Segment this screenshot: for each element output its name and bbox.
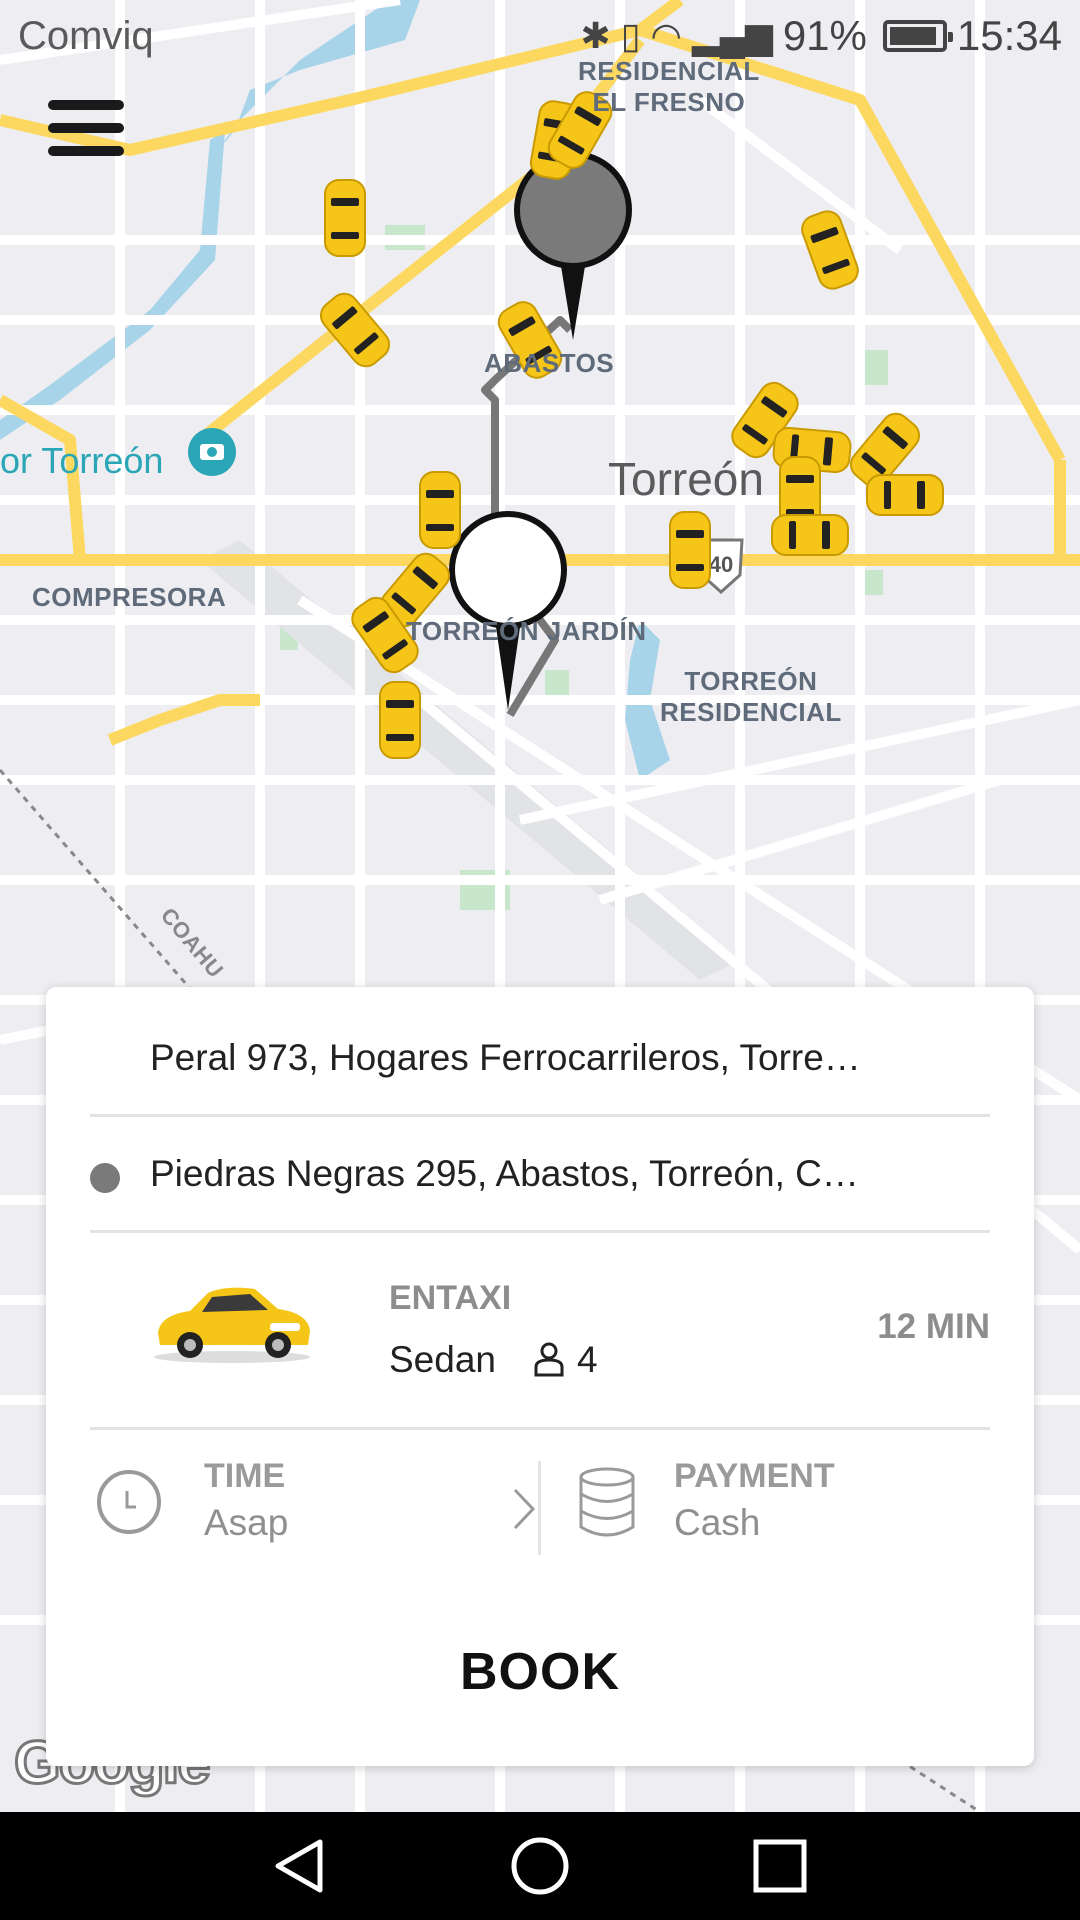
label-city-torreon: Torreón — [608, 453, 764, 505]
time-value: Asap — [204, 1502, 289, 1543]
carrier-name: Comviq — [18, 14, 154, 58]
taxi-marker — [419, 471, 461, 549]
time-selector[interactable]: TIME Asap — [96, 1457, 536, 1557]
dropoff-row[interactable]: Piedras Negras 295, Abastos, Torreón, C… — [90, 1153, 990, 1213]
taxi-marker — [771, 514, 849, 556]
back-icon[interactable] — [270, 1836, 330, 1896]
payment-label: PAYMENT — [674, 1457, 835, 1495]
booking-card: Peral 973, Hogares Ferrocarrileros, Torr… — [46, 987, 1034, 1766]
battery-percent: 91% — [782, 12, 867, 59]
navigation-bar — [0, 1812, 1080, 1920]
person-icon — [534, 1342, 564, 1377]
divider — [90, 1230, 990, 1233]
taxi-markers — [319, 91, 944, 759]
status-icons: ✱ ▯ ◠ ▂▄▆ 91% 15:34 — [581, 12, 1062, 60]
taxi-marker — [866, 474, 944, 516]
divider — [90, 1427, 990, 1430]
taxi-marker — [324, 179, 366, 257]
camera-poi-icon — [188, 428, 236, 476]
battery-icon — [882, 20, 953, 52]
label-torreon-jardin: TORREÓN JARDÍN — [406, 616, 647, 646]
book-button[interactable]: BOOK — [90, 1627, 990, 1717]
vibrate-icon: ▯ — [620, 15, 641, 56]
payment-selector[interactable]: PAYMENT Cash — [578, 1457, 998, 1557]
status-bar: Comviq ✱ ▯ ◠ ▂▄▆ 91% 15:34 — [0, 0, 1080, 76]
menu-icon[interactable] — [48, 100, 124, 158]
chevron-right-icon — [513, 1488, 536, 1530]
label-torreon-residencial: TORREÓN RESIDENCIAL — [660, 666, 842, 728]
pickup-address: Peral 973, Hogares Ferrocarrileros, Torr… — [150, 1037, 861, 1078]
time-label: TIME — [204, 1457, 286, 1495]
canal — [0, 130, 225, 440]
park-area — [545, 670, 569, 698]
dropoff-dot-icon — [90, 1163, 120, 1193]
eta: 12 MIN — [877, 1307, 990, 1346]
pickup-row[interactable]: Peral 973, Hogares Ferrocarrileros, Torr… — [150, 1037, 990, 1097]
label-poi: or Torreón — [0, 440, 164, 481]
seat-count: 4 — [577, 1339, 598, 1380]
state-boundary — [899, 1758, 981, 1812]
taxi-marker — [379, 681, 421, 759]
svg-text:40: 40 — [709, 552, 733, 577]
park-area — [865, 570, 883, 595]
service-name: ENTAXI — [389, 1279, 512, 1317]
database-icon — [579, 1467, 635, 1537]
home-icon[interactable] — [510, 1836, 570, 1896]
clock-icon — [97, 1470, 161, 1534]
payment-value: Cash — [674, 1502, 761, 1543]
divider — [90, 1114, 990, 1117]
wifi-icon: ◠ — [650, 15, 682, 56]
signal-icon: ▂▄▆ — [691, 15, 773, 56]
dropoff-address: Piedras Negras 295, Abastos, Torreón, C… — [150, 1153, 859, 1194]
label-compresora: COMPRESORA — [32, 582, 227, 612]
option-separator — [538, 1461, 541, 1555]
service-type: Sedan — [389, 1339, 496, 1380]
clock: 15:34 — [956, 12, 1062, 59]
recents-icon[interactable] — [750, 1836, 810, 1896]
taxi-car-icon — [154, 1287, 310, 1363]
taxi-marker — [669, 511, 711, 589]
bluetooth-icon: ✱ — [580, 15, 611, 56]
label-abastos: ABASTOS — [484, 348, 615, 378]
